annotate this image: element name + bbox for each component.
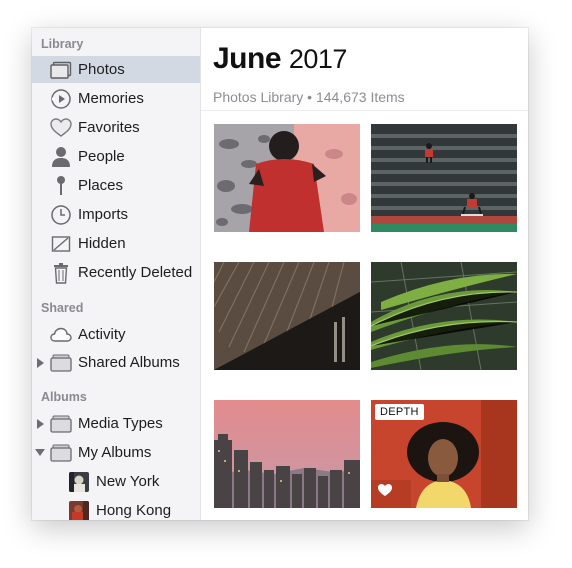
sidebar-item-shared-albums[interactable]: Shared Albums (32, 349, 200, 376)
sidebar-item-activity[interactable]: Activity (32, 321, 200, 348)
sidebar-item-label: People (78, 148, 125, 165)
sidebar-item-media-types[interactable]: Media Types (32, 410, 200, 437)
sidebar-item-label: Hong Kong (96, 502, 172, 519)
cloud-icon (50, 324, 72, 346)
clock-icon (50, 204, 72, 226)
sidebar-item-label: My Albums (78, 444, 152, 461)
page-title: June 2017 (213, 42, 347, 76)
library-subtitle: Photos Library • 144,673 Items (213, 89, 405, 105)
person-icon (50, 146, 72, 168)
sidebar-item-my-albums[interactable]: My Albums (32, 439, 200, 466)
photos-window: Library Photos Memories Favorites People (32, 28, 528, 520)
title-year: 2017 (288, 44, 348, 74)
library-section-title: Library (41, 37, 84, 51)
heart-icon (50, 117, 72, 139)
sidebar-item-label: Imports (78, 206, 129, 223)
disclosure-collapsed-icon[interactable] (37, 358, 44, 368)
depth-badge: DEPTH (375, 404, 424, 420)
trash-icon (50, 262, 72, 284)
photo-man-sitting-wall[interactable] (214, 124, 360, 232)
sidebar-item-favorites[interactable]: Favorites (32, 114, 200, 141)
sidebar-item-hidden[interactable]: Hidden (32, 230, 200, 257)
memories-icon (50, 88, 72, 110)
photo-palm-fronds[interactable] (371, 262, 517, 370)
sidebar-item-new-york[interactable]: New York (32, 468, 200, 495)
sidebar-item-label: Media Types (78, 415, 163, 432)
albums-section-title: Albums (41, 390, 87, 404)
pin-icon (50, 175, 72, 197)
album-thumbnail-icon (68, 471, 90, 493)
sidebar-item-label: Hidden (78, 235, 126, 252)
photo-woman-portrait[interactable]: DEPTH (371, 400, 517, 508)
sidebar-item-label: Activity (78, 326, 126, 343)
photo-skateboarders-steps[interactable] (371, 124, 517, 232)
sidebar-item-label: New York (96, 473, 160, 490)
folder-icon (50, 442, 72, 464)
album-thumbnail-icon (68, 500, 90, 520)
sidebar: Library Photos Memories Favorites People (32, 28, 201, 520)
photos-grid-panel: June 2017 Photos Library • 144,673 Items (201, 28, 528, 520)
folder-icon (50, 413, 72, 435)
sidebar-item-imports[interactable]: Imports (32, 201, 200, 228)
photo-building-facade[interactable] (214, 262, 360, 370)
sidebar-item-recently-deleted[interactable]: Recently Deleted (32, 259, 200, 286)
sidebar-item-places[interactable]: Places (32, 172, 200, 199)
photo-city-skyline-dusk[interactable] (214, 400, 360, 508)
sidebar-item-label: Shared Albums (78, 354, 180, 371)
sidebar-item-label: Photos (78, 61, 125, 78)
favorite-heart-icon[interactable] (377, 483, 393, 502)
sidebar-item-label: Recently Deleted (78, 264, 193, 281)
shared-section-title: Shared (41, 301, 84, 315)
sidebar-item-label: Memories (78, 90, 144, 107)
header-divider (201, 110, 528, 111)
sidebar-item-photos[interactable]: Photos (32, 56, 200, 83)
disclosure-expanded-icon[interactable] (35, 449, 45, 456)
folder-icon (50, 352, 72, 374)
sidebar-item-people[interactable]: People (32, 143, 200, 170)
disclosure-collapsed-icon[interactable] (37, 419, 44, 429)
sidebar-item-memories[interactable]: Memories (32, 85, 200, 112)
photos-icon (50, 59, 72, 81)
title-month: June (213, 42, 282, 75)
sidebar-item-hong-kong[interactable]: Hong Kong (32, 497, 200, 520)
sidebar-item-label: Favorites (78, 119, 140, 136)
hidden-icon (50, 233, 72, 255)
sidebar-item-label: Places (78, 177, 124, 194)
